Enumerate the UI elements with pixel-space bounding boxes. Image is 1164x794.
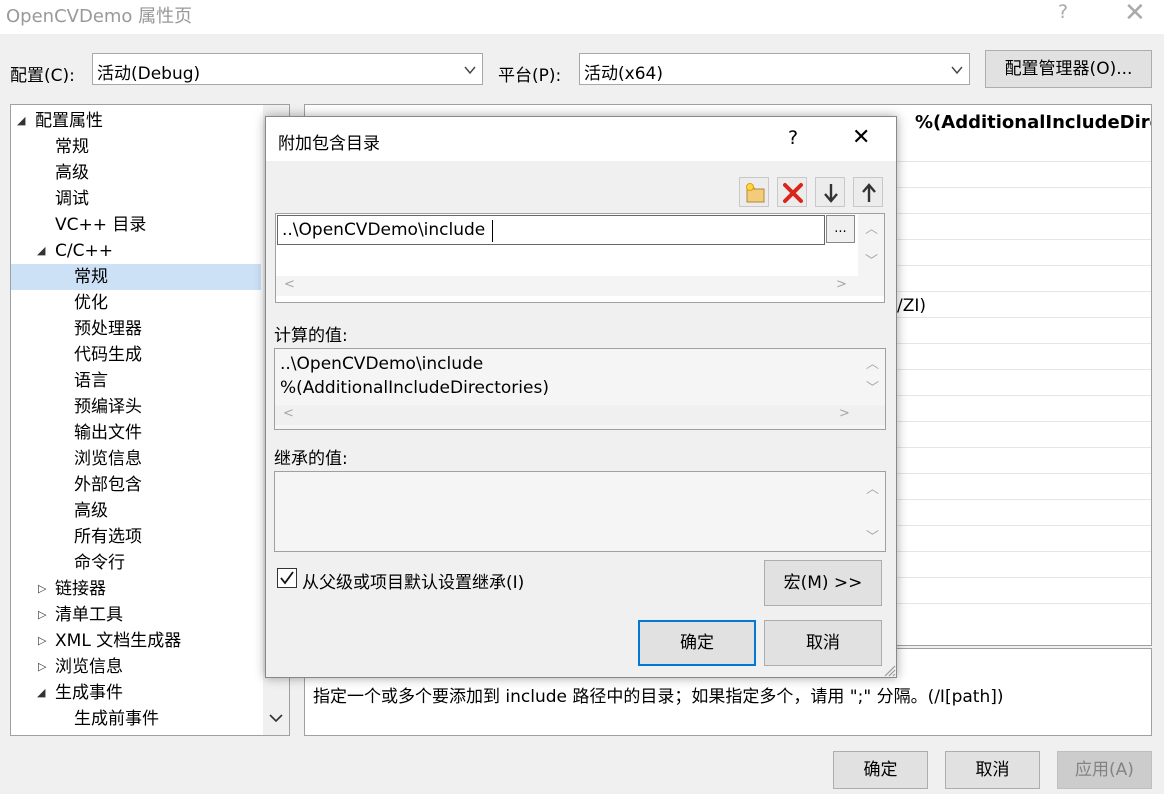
dialog-title: 附加包含目录 (278, 134, 380, 154)
tree-item[interactable]: 输出文件 (11, 420, 261, 446)
move-up-icon (862, 183, 876, 202)
grid-partial-value: /ZI) (897, 296, 927, 316)
expanded-triangle-icon[interactable]: ◢ (17, 108, 25, 134)
dialog-cancel-button[interactable]: 取消 (764, 620, 882, 666)
inherit-checkbox-label[interactable]: 从父级或项目默认设置继承(I) (302, 568, 524, 593)
tree-item-config-properties[interactable]: ◢ 配置属性 (11, 108, 289, 134)
inherited-vscrollbar[interactable]: ︿ ﹀ (859, 472, 885, 551)
chevron-down-icon (464, 66, 476, 75)
inherited-label: 继承的值: (274, 449, 348, 469)
browse-button[interactable]: ... (826, 215, 855, 243)
new-line-icon (746, 183, 765, 203)
title-bar: OpenCVDemo 属性页 ? ✕ (0, 0, 1164, 34)
directory-entry-input[interactable]: ..\OpenCVDemo\include (277, 215, 825, 245)
tree-item[interactable]: 命令行 (11, 550, 261, 576)
platform-select-value: 活动(x64) (584, 64, 663, 84)
computed-hscrollbar[interactable]: < > (275, 405, 885, 425)
computed-line: %(AdditionalIncludeDirectories) (280, 378, 549, 398)
config-manager-button[interactable]: 配置管理器(O)... (985, 50, 1152, 88)
tree-item[interactable]: 语言 (11, 368, 261, 394)
platform-label: 平台(P): (498, 66, 562, 86)
tree-item[interactable]: 调试 (11, 186, 261, 212)
description-text: 指定一个或多个要添加到 include 路径中的目录；如果指定多个，请用 ";"… (313, 687, 1004, 707)
tree-item[interactable]: 所有选项 (11, 524, 261, 550)
expanded-triangle-icon[interactable]: ◢ (37, 238, 45, 264)
chevron-down-icon (951, 66, 963, 75)
ok-button[interactable]: 确定 (833, 751, 928, 789)
inherited-values-box: ︿ ﹀ (274, 471, 886, 552)
config-label: 配置(C): (10, 66, 75, 86)
chevron-right-icon[interactable]: > (836, 277, 847, 292)
inherit-checkbox[interactable] (277, 568, 297, 588)
window-title: OpenCVDemo 属性页 (6, 6, 193, 27)
tree-item[interactable]: 浏览信息 (11, 446, 261, 472)
computed-vscrollbar[interactable]: ︿ ﹀ (859, 349, 885, 405)
tree-item-selected[interactable]: 常规 (11, 264, 261, 290)
list-hscrollbar[interactable]: < > (276, 276, 884, 296)
dialog-help-button[interactable]: ? (788, 127, 798, 149)
expanded-triangle-icon[interactable]: ◢ (37, 680, 45, 706)
config-select-value: 活动(Debug) (97, 64, 201, 84)
tree-item[interactable]: 生成前事件 (11, 706, 261, 732)
computed-label: 计算的值: (274, 326, 348, 346)
tree-item-manifest-tool[interactable]: ▷ 清单工具 (11, 602, 261, 628)
computed-line: ..\OpenCVDemo\include (280, 354, 484, 374)
window-help-button[interactable]: ? (1058, 1, 1068, 23)
tree-item[interactable]: 优化 (11, 290, 261, 316)
directory-list[interactable]: ..\OpenCVDemo\include ... < > ︿ ﹀ (275, 213, 885, 303)
tree-item[interactable]: 预处理器 (11, 316, 261, 342)
window-close-button[interactable]: ✕ (1124, 0, 1146, 26)
tree-item[interactable]: 高级 (11, 160, 261, 186)
dialog-close-button[interactable]: ✕ (852, 125, 870, 150)
grid-header-value: %(AdditionalIncludeDirectories) (915, 112, 1151, 133)
chevron-left-icon[interactable]: < (283, 406, 294, 421)
tree-item[interactable]: 高级 (11, 498, 261, 524)
tree-item[interactable]: 外部包含 (11, 472, 261, 498)
chevron-up-icon[interactable]: ︿ (866, 353, 879, 372)
apply-button[interactable]: 应用(A) (1057, 751, 1152, 789)
list-vscrollbar[interactable]: ︿ ﹀ (858, 214, 884, 276)
collapsed-triangle-icon[interactable]: ▷ (38, 602, 46, 628)
config-select[interactable]: 活动(Debug) (92, 53, 483, 85)
delete-icon (783, 183, 803, 203)
chevron-down-icon[interactable]: ﹀ (866, 526, 879, 545)
new-line-button[interactable] (739, 177, 769, 207)
tree-item-cpp[interactable]: ◢ C/C++ (11, 238, 261, 264)
tree-item[interactable]: 代码生成 (11, 342, 261, 368)
collapsed-triangle-icon[interactable]: ▷ (38, 576, 46, 602)
cancel-button[interactable]: 取消 (945, 751, 1040, 789)
chevron-down-icon[interactable]: ﹀ (865, 250, 878, 269)
resize-grip-icon[interactable] (882, 663, 896, 677)
tree-item-browse-info[interactable]: ▷ 浏览信息 (11, 654, 261, 680)
computed-values-box: ..\OpenCVDemo\include %(AdditionalInclud… (274, 348, 886, 430)
tree-item[interactable]: VC++ 目录 (11, 212, 261, 238)
directory-entry-value: ..\OpenCVDemo\include (282, 220, 486, 240)
property-tree[interactable]: ◢ 配置属性 常规 高级 调试 VC++ 目录 ◢ C/C++ 常规 优化 预处… (10, 104, 290, 736)
tree-item[interactable]: 常规 (11, 134, 261, 160)
include-dirs-dialog: 附加包含目录 ? ✕ ..\OpenCVDemo\include ... < >… (265, 116, 897, 678)
chevron-right-icon[interactable]: > (839, 406, 850, 421)
chevron-down-icon[interactable]: ﹀ (866, 377, 879, 396)
chevron-left-icon[interactable]: < (284, 277, 295, 292)
delete-button[interactable] (777, 177, 807, 207)
tree-item-build-events[interactable]: ◢ 生成事件 (11, 680, 261, 706)
move-up-button[interactable] (853, 177, 883, 207)
move-down-button[interactable] (815, 177, 845, 207)
chevron-up-icon[interactable]: ︿ (866, 478, 879, 497)
move-down-icon (824, 184, 838, 203)
dialog-ok-button[interactable]: 确定 (638, 620, 756, 666)
dialog-title-bar: 附加包含目录 ? ✕ (266, 117, 896, 161)
chevron-up-icon[interactable]: ︿ (865, 218, 878, 237)
platform-select[interactable]: 活动(x64) (579, 53, 970, 85)
tree-item[interactable]: 预编译头 (11, 394, 261, 420)
text-cursor (492, 220, 493, 242)
collapsed-triangle-icon[interactable]: ▷ (38, 654, 46, 680)
tree-item-xml-doc[interactable]: ▷ XML 文档生成器 (11, 628, 261, 654)
checkmark-icon (280, 571, 294, 585)
chevron-down-icon[interactable] (269, 713, 283, 723)
collapsed-triangle-icon[interactable]: ▷ (38, 628, 46, 654)
macro-button[interactable]: 宏(M) >> (764, 560, 882, 606)
tree-item-linker[interactable]: ▷ 链接器 (11, 576, 261, 602)
